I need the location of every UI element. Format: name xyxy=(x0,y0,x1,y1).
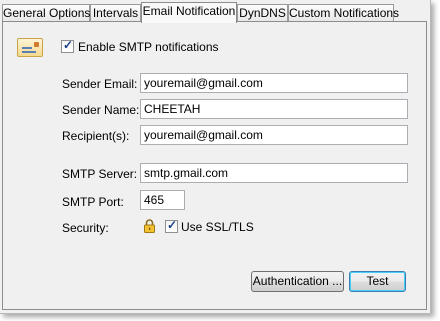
sender-name-label: Sender Name: xyxy=(62,103,140,117)
enable-smtp-checkbox[interactable]: ✓ xyxy=(61,38,74,53)
checkmark-icon: ✓ xyxy=(63,38,74,52)
recipients-field[interactable]: youremail@gmail.com xyxy=(140,125,408,145)
test-button[interactable]: Test xyxy=(349,271,406,292)
tab-intervals[interactable]: Intervals xyxy=(90,4,141,22)
tab-dyndns[interactable]: DynDNS xyxy=(237,4,288,22)
enable-smtp-label[interactable]: Enable SMTP notifications xyxy=(78,40,219,54)
envelope-icon xyxy=(17,38,43,57)
sender-email-field[interactable]: youremail@gmail.com xyxy=(140,73,408,93)
sender-email-label: Sender Email: xyxy=(62,77,138,91)
smtp-port-field[interactable]: 465 xyxy=(140,190,185,210)
authentication-button[interactable]: Authentication ... xyxy=(251,271,344,292)
checkmark-icon: ✓ xyxy=(167,218,178,232)
smtp-port-label: SMTP Port: xyxy=(62,195,124,209)
recipients-label: Recipient(s): xyxy=(62,129,130,143)
use-ssl-checkbox[interactable]: ✓ xyxy=(165,218,178,233)
tab-strip: General Options Intervals Email Notifica… xyxy=(2,2,428,23)
tab-custom-notifications[interactable]: Custom Notifications xyxy=(288,4,399,22)
sender-name-field[interactable]: CHEETAH xyxy=(140,99,408,119)
smtp-server-field[interactable]: smtp.gmail.com xyxy=(140,163,408,183)
use-ssl-label[interactable]: Use SSL/TLS xyxy=(181,220,254,234)
tab-general-options[interactable]: General Options xyxy=(2,4,90,22)
settings-window: General Options Intervals Email Notifica… xyxy=(0,0,431,314)
tab-email-notification[interactable]: Email Notification xyxy=(141,2,237,23)
smtp-server-label: SMTP Server: xyxy=(62,167,138,181)
lock-icon xyxy=(144,219,155,233)
security-label: Security: xyxy=(62,221,109,235)
